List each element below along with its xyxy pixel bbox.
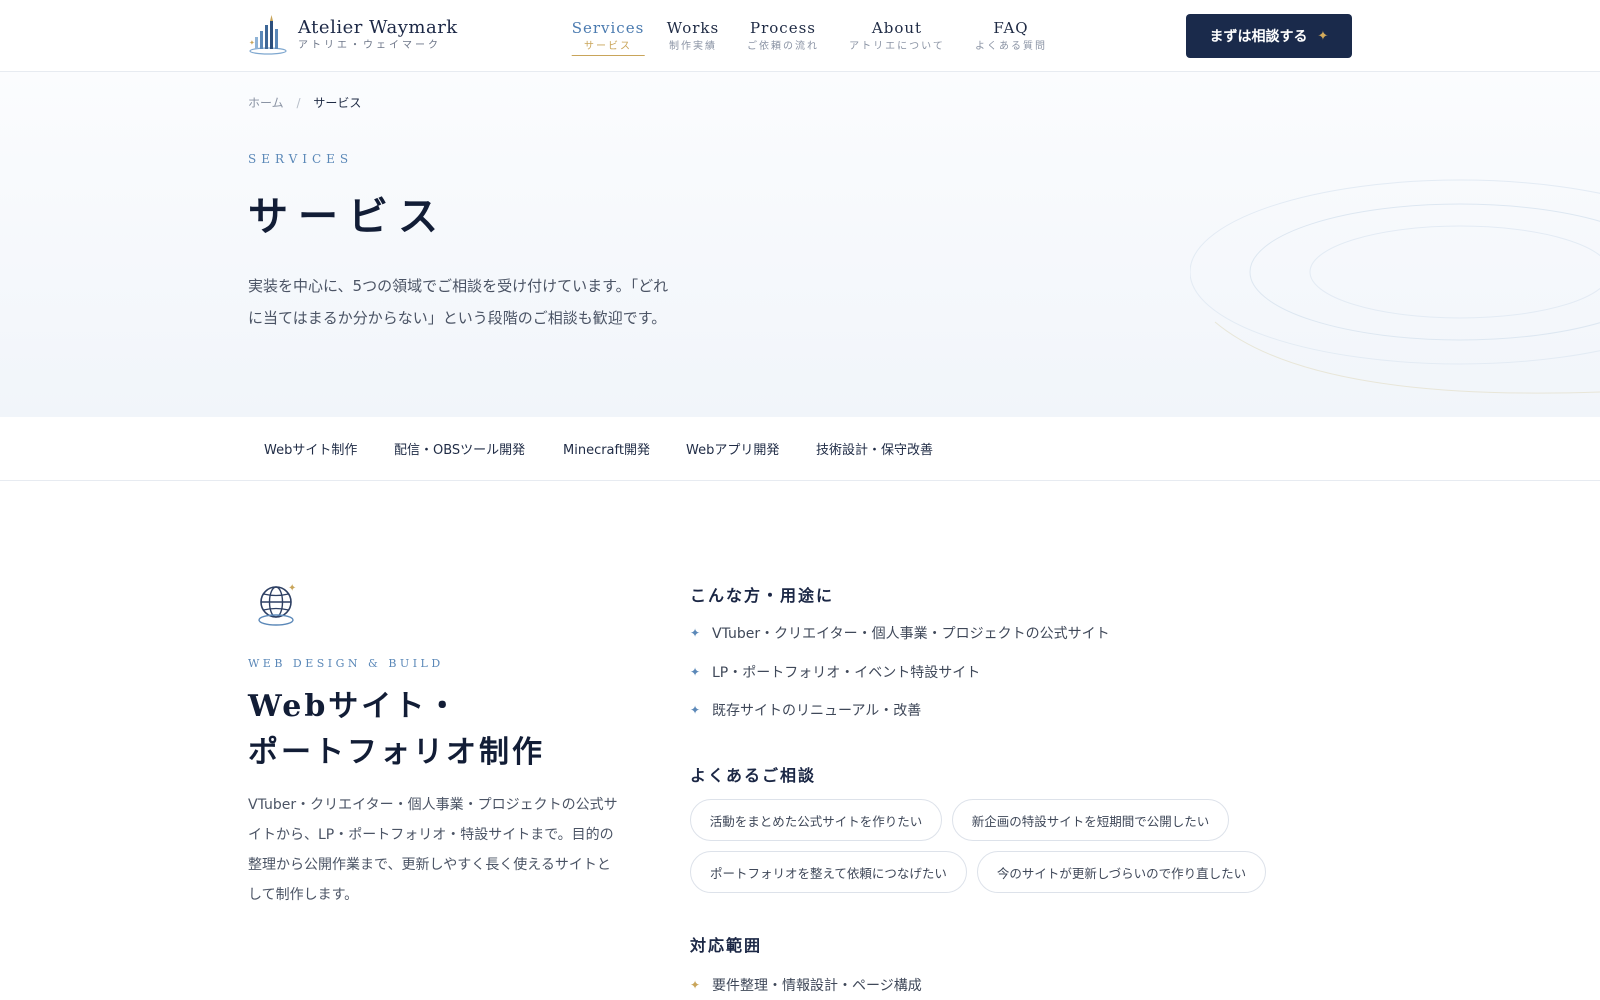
nav-item-faq[interactable]: FAQ よくある質問 xyxy=(975,18,1047,54)
svg-text:✦: ✦ xyxy=(288,583,296,594)
service-title-line: ポートフォリオ制作 xyxy=(248,735,545,770)
sparkle-icon: ✦ xyxy=(690,978,701,992)
hero-eyebrow: SERVICES xyxy=(248,152,354,166)
breadcrumb-home-link[interactable]: ホーム xyxy=(248,96,284,110)
consult-chip: 活動をまとめた公式サイトを作りたい xyxy=(690,799,942,841)
service-description: VTuber・クリエイター・個人事業・プロジェクトの公式サ イトから、LP・ポー… xyxy=(248,790,636,910)
nav-label-en: FAQ xyxy=(993,19,1029,37)
service-eyebrow: WEB DESIGN & BUILD xyxy=(248,657,444,670)
nav-label-jp: よくある質問 xyxy=(975,41,1047,52)
list-item: ✦ 既存サイトのリニューアル・改善 xyxy=(690,700,921,720)
page-title: サービス xyxy=(248,193,448,240)
nav-label-en: Works xyxy=(666,19,720,37)
nav-item-about[interactable]: About アトリエについて xyxy=(849,18,945,54)
consult-cta-button[interactable]: まずは相談する ✦ xyxy=(1186,14,1352,58)
list-item-text: 既存サイトのリニューアル・改善 xyxy=(712,703,922,719)
hero-description-line: 実装を中心に、5つの領域でご相談を受け付けています。「どれ xyxy=(248,277,669,295)
nav-item-works[interactable]: Works 制作実績 xyxy=(667,18,719,54)
tab-minecraft[interactable]: Minecraft開発 xyxy=(563,439,650,458)
decorative-rings-icon xyxy=(1190,179,1600,394)
list-item-text: 要件整理・情報設計・ページ構成 xyxy=(712,978,922,994)
tab-web-app[interactable]: Webアプリ開発 xyxy=(686,439,779,458)
service-description-line: して制作します。 xyxy=(248,887,359,903)
nav-item-process[interactable]: Process ご依頼の流れ xyxy=(747,18,819,54)
hero-description: 実装を中心に、5つの領域でご相談を受け付けています。「どれ に当てはまるか分から… xyxy=(248,270,688,334)
main-nav: Services サービス Works 制作実績 Process ご依頼の流れ … xyxy=(0,18,1600,58)
list-item: ✦ VTuber・クリエイター・個人事業・プロジェクトの公式サイト xyxy=(690,623,1110,643)
tab-web-site[interactable]: Webサイト制作 xyxy=(264,439,357,458)
globe-icon: ✦ xyxy=(258,583,296,626)
scope-heading: 対応範囲 xyxy=(690,936,763,955)
nav-label-en: Services xyxy=(571,19,645,37)
tab-tech-design[interactable]: 技術設計・保守改善 xyxy=(816,439,933,458)
service-tabs: Webサイト制作 配信・OBSツール開発 Minecraft開発 Webアプリ開… xyxy=(0,417,1600,481)
service-description-line: 整理から公開作業まで、更新しやすく長く使えるサイトと xyxy=(248,857,611,873)
nav-label-jp: サービス xyxy=(571,40,645,56)
tab-obs-tools[interactable]: 配信・OBSツール開発 xyxy=(394,439,525,458)
breadcrumb-separator: / xyxy=(296,96,301,110)
list-item-text: VTuber・クリエイター・個人事業・プロジェクトの公式サイト xyxy=(712,626,1110,642)
consult-chip: ポートフォリオを整えて依頼につなげたい xyxy=(690,851,967,893)
site-header: ✦ Atelier Waymark アトリエ・ウェイマーク Services サ… xyxy=(0,0,1600,72)
list-item: ✦ LP・ポートフォリオ・イベント特設サイト xyxy=(690,662,980,682)
page-hero: ホーム / サービス SERVICES サービス 実装を中心に、5つの領域でご相… xyxy=(0,72,1600,417)
nav-item-services[interactable]: Services サービス xyxy=(571,18,645,56)
consult-chip: 今のサイトが更新しづらいので作り直したい xyxy=(977,851,1266,893)
nav-label-en: About xyxy=(871,19,923,37)
consult-chip: 新企画の特設サイトを短期間で公開したい xyxy=(952,799,1229,841)
list-item-text: LP・ポートフォリオ・イベント特設サイト xyxy=(712,665,981,681)
nav-label-jp: ご依頼の流れ xyxy=(747,41,819,52)
sparkle-icon: ✦ xyxy=(1317,28,1329,44)
sparkle-icon: ✦ xyxy=(690,703,701,717)
breadcrumb-current: サービス xyxy=(313,96,362,110)
hero-description-line: に当てはまるか分からない」という段階のご相談も歓迎です。 xyxy=(248,309,667,327)
breadcrumb: ホーム / サービス xyxy=(248,94,361,111)
nav-label-jp: アトリエについて xyxy=(849,41,945,52)
service-title: Webサイト・ ポートフォリオ制作 xyxy=(248,684,545,776)
list-item: ✦ 要件整理・情報設計・ページ構成 xyxy=(690,975,922,995)
nav-label-jp: 制作実績 xyxy=(668,41,717,52)
sparkle-icon: ✦ xyxy=(690,626,701,640)
use-cases-heading: こんな方・用途に xyxy=(690,586,835,605)
service-title-line: Webサイト・ xyxy=(248,689,461,724)
sparkle-icon: ✦ xyxy=(690,665,701,679)
nav-label-en: Process xyxy=(750,19,816,37)
service-description-line: イトから、LP・ポートフォリオ・特設サイトまで。目的の xyxy=(248,827,614,843)
cta-label: まずは相談する xyxy=(1209,29,1308,45)
consult-heading: よくあるご相談 xyxy=(690,766,817,785)
service-description-line: VTuber・クリエイター・個人事業・プロジェクトの公式サ xyxy=(248,797,618,813)
